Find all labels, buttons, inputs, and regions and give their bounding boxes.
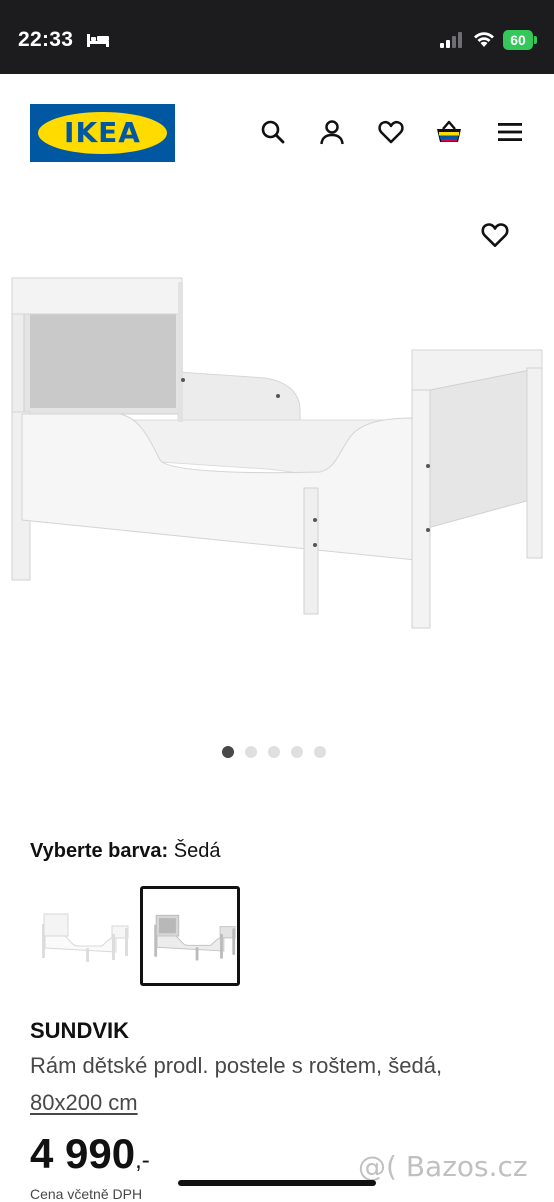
- gallery-dot[interactable]: [222, 746, 234, 758]
- header: IKEA: [0, 74, 554, 184]
- account-icon[interactable]: [318, 118, 346, 146]
- gallery-pagination: [222, 746, 326, 760]
- status-time: 22:33: [18, 28, 74, 51]
- white-bed-thumbnail: [42, 913, 129, 962]
- gallery-dot[interactable]: [245, 746, 257, 758]
- product-description: Rám dětské prodl. postele s roštem, šedá…: [30, 1053, 443, 1078]
- logo-text: IKEA: [64, 116, 141, 149]
- menu-icon[interactable]: [496, 118, 524, 146]
- color-swatch-grey[interactable]: [140, 886, 240, 986]
- color-value: Šedá: [173, 840, 221, 862]
- bazos-watermark: @( Bazos.cz: [358, 1150, 528, 1183]
- cart-icon[interactable]: [435, 118, 463, 146]
- product-size-link[interactable]: 80x200 cm: [30, 1090, 138, 1116]
- gallery-dot[interactable]: [314, 746, 326, 758]
- grey-bed-thumbnail: [154, 914, 236, 961]
- wifi-icon: [474, 32, 494, 47]
- ikea-logo[interactable]: IKEA: [30, 104, 175, 162]
- battery-indicator: 60: [503, 30, 533, 50]
- price-value: 4 990: [30, 1130, 136, 1177]
- signal-icon: [440, 32, 462, 48]
- color-swatch-white[interactable]: [30, 886, 130, 986]
- product-price: 4 990,-: [30, 1130, 150, 1178]
- bed-status-icon: [87, 34, 109, 47]
- search-icon[interactable]: [259, 118, 287, 146]
- heart-icon[interactable]: [377, 118, 405, 146]
- gallery-dot[interactable]: [291, 746, 303, 758]
- color-label-text: Vyberte barva:: [30, 840, 169, 862]
- product-name: SUNDVIK: [30, 1018, 130, 1043]
- color-select-label: Vyberte barva: Šedá: [30, 840, 221, 863]
- home-indicator[interactable]: [178, 1180, 376, 1186]
- favorite-heart-icon[interactable]: [480, 220, 510, 250]
- gallery-dot[interactable]: [268, 746, 280, 758]
- product-image[interactable]: [0, 200, 554, 730]
- price-suffix: ,-: [135, 1147, 150, 1174]
- battery-cap: [534, 36, 537, 44]
- status-bar: 22:33 60: [0, 0, 554, 74]
